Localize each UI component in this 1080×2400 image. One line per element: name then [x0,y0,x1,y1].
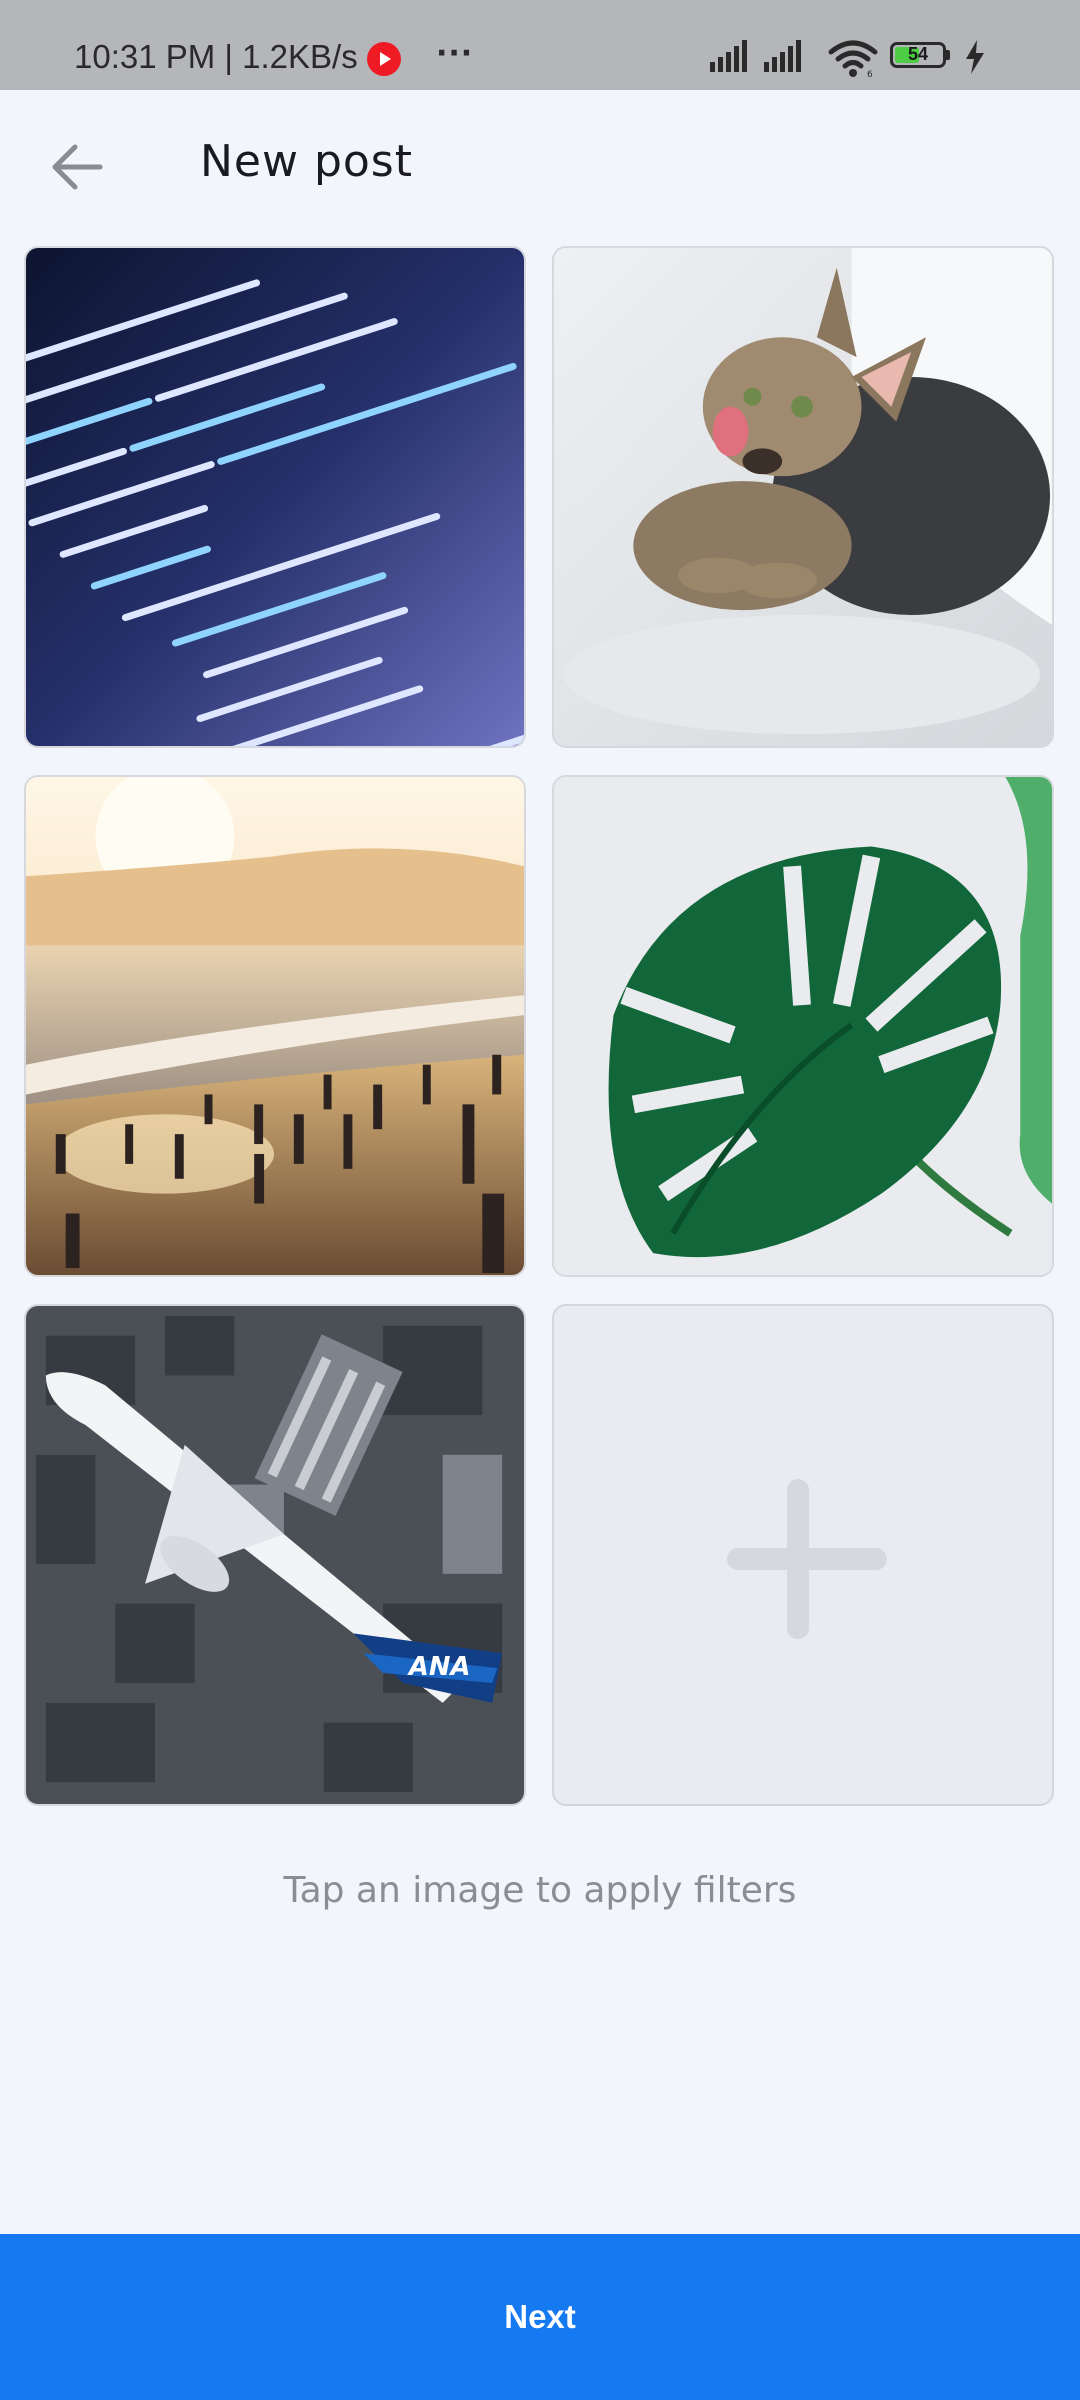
airplane-image: ANA [26,1306,524,1804]
battery-icon: 54 [890,42,946,68]
svg-text:ANA: ANA [407,1652,470,1682]
charging-icon [966,40,984,74]
status-time: 10:31 PM | 1.2KB/s [74,38,358,75]
image-tile-plant[interactable] [552,775,1054,1277]
youtube-music-icon [367,42,401,76]
wifi-icon: 6 [828,40,878,78]
add-image-button[interactable] [552,1304,1054,1806]
image-tile-beach[interactable] [24,775,526,1277]
cat-image [554,248,1052,746]
page-title: New post [200,136,413,187]
battery-level: 54 [907,44,929,64]
code-image [26,248,524,746]
status-bar: 10:31 PM | 1.2KB/s ··· 6 54 [0,0,1080,90]
svg-text:6: 6 [867,70,873,78]
image-tile-cat[interactable] [552,246,1054,748]
image-tile-airplane[interactable]: ANA [24,1304,526,1806]
hint-text: Tap an image to apply filters [283,1870,797,1911]
signal-icon [764,40,804,72]
signal-icon [710,40,750,72]
screen: 10:31 PM | 1.2KB/s ··· 6 54 New post ANA… [0,0,1080,2400]
arrow-left-icon [52,144,103,190]
beach-image [26,777,524,1275]
more-icon: ··· [436,36,474,71]
next-button[interactable]: Next [0,2234,1080,2400]
image-tile-code[interactable] [24,246,526,748]
plant-image [554,777,1052,1275]
back-button[interactable] [48,138,106,196]
